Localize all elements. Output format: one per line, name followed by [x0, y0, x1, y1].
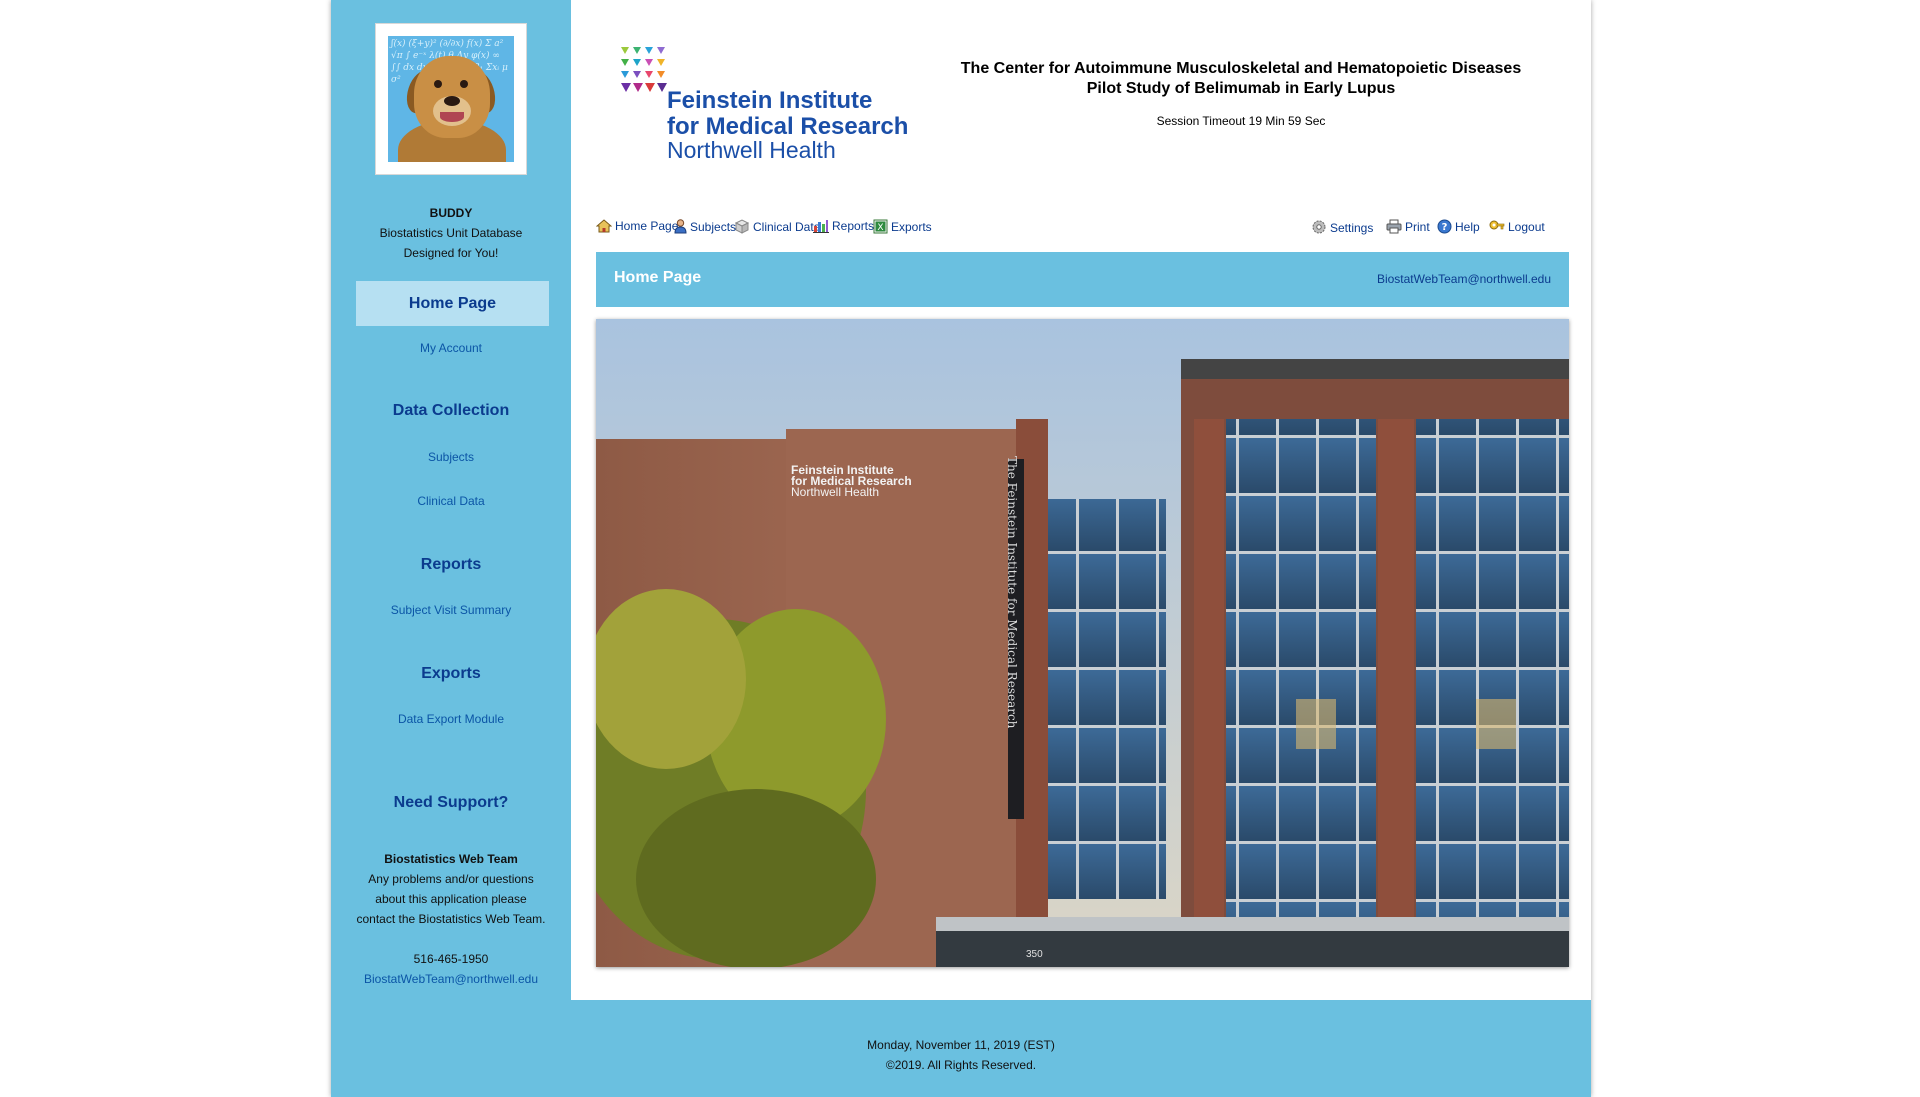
help-icon: ?: [1437, 219, 1452, 234]
footer: Monday, November 11, 2019 (EST) ©2019. A…: [331, 1035, 1591, 1075]
toolbar-label: Help: [1455, 220, 1480, 234]
print-icon: [1386, 219, 1402, 234]
toolbar-print[interactable]: Print: [1386, 219, 1430, 234]
support-text: Any problems and/or questions: [368, 872, 534, 886]
toolbar-label: Reports: [832, 219, 875, 233]
toolbar-label: Exports: [891, 220, 932, 234]
study-title-line: Pilot Study of Belimumab in Early Lupus: [1086, 80, 1396, 97]
building-sign-text: Northwell Health: [791, 485, 880, 499]
building-illustration: [596, 319, 1569, 967]
sidebar: ʃ(x) (ξ+y)² (∂/∂x) f(x) Σ a² √π ∫ e⁻ˣ λ(…: [331, 0, 571, 996]
toolbar-logout[interactable]: Logout: [1489, 219, 1545, 234]
support-text: contact the Biostatistics Web Team.: [356, 912, 546, 926]
street-number: 350: [1026, 949, 1043, 960]
toolbar-label: Settings: [1330, 221, 1374, 235]
toolbar-settings[interactable]: Settings: [1311, 219, 1373, 235]
nav-data-export-module[interactable]: Data Export Module: [331, 712, 571, 726]
logo-text: Northwell Health: [667, 137, 836, 163]
toolbar-label: Logout: [1508, 220, 1545, 234]
avatar: ʃ(x) (ξ+y)² (∂/∂x) f(x) Σ a² √π ∫ e⁻ˣ λ(…: [375, 23, 527, 175]
study-title-line: The Center for Autoimmune Musculoskeleta…: [960, 60, 1522, 77]
banner-title: Home Page: [614, 269, 702, 286]
support-phone: 516-465-1950: [413, 952, 489, 966]
nav-heading-exports: Exports: [421, 665, 481, 682]
page-frame: ʃ(x) (ξ+y)² (∂/∂x) f(x) Σ a² √π ∫ e⁻ˣ λ(…: [331, 0, 1591, 1097]
toolbar-label: Clinical Data: [753, 220, 821, 234]
vertical-building-sign: The Feinstein Institute for Medical Rese…: [1005, 456, 1019, 729]
support-heading: Need Support?: [393, 794, 509, 811]
tagline: Biostatistics Unit Database: [379, 226, 523, 240]
svg-text:?: ?: [1442, 222, 1448, 233]
nav-clinical-data[interactable]: Clinical Data: [331, 494, 571, 508]
nav-heading-reports: Reports: [420, 556, 482, 573]
nav-home-page[interactable]: Home Page: [356, 281, 549, 326]
toolbar-subjects[interactable]: Subjects: [674, 219, 736, 234]
dog-mouth: [440, 112, 464, 122]
logo-mark-icon: [621, 47, 667, 92]
support-text: about this application please: [375, 892, 527, 906]
footer-copyright: ©2019. All Rights Reserved.: [885, 1058, 1037, 1072]
toolbar-label: Home Page: [615, 219, 679, 233]
banner-email-link[interactable]: BiostatWebTeam@northwell.edu: [1377, 272, 1551, 286]
support-info: Biostatistics Web Team Any problems and/…: [331, 849, 571, 989]
nav-heading-data-collection: Data Collection: [392, 402, 510, 419]
dog-eye: [460, 80, 468, 88]
home-icon: [596, 219, 612, 233]
feinstein-logo[interactable]: Feinstein Institute for Medical Research…: [619, 45, 929, 165]
dog-eye: [434, 80, 442, 88]
clinical-data-icon: [734, 219, 750, 234]
toolbar-help[interactable]: ? Help: [1437, 219, 1480, 234]
dog-nose: [444, 96, 460, 106]
toolbar-home-page[interactable]: Home Page: [596, 219, 678, 233]
subjects-icon: [674, 219, 687, 234]
user-info: BUDDY Biostatistics Unit Database Design…: [331, 203, 571, 263]
svg-text:X: X: [877, 223, 883, 233]
page-banner: Home Page BiostatWebTeam@northwell.edu: [596, 252, 1569, 307]
footer-date: Monday, November 11, 2019 (EST): [867, 1038, 1055, 1052]
session-timeout: Session Timeout 19 Min 59 Sec: [1156, 114, 1326, 128]
nav-subject-visit-summary[interactable]: Subject Visit Summary: [331, 603, 571, 617]
logout-icon: [1489, 220, 1505, 230]
toolbar-clinical-data[interactable]: Clinical Data: [734, 219, 820, 234]
main-content: Feinstein Institute for Medical Research…: [571, 0, 1591, 1000]
exports-icon: X: [873, 219, 888, 234]
support-email-link[interactable]: BiostatWebTeam@northwell.edu: [331, 969, 571, 989]
nav-my-account[interactable]: My Account: [331, 341, 571, 355]
toolbar-exports[interactable]: X Exports: [873, 219, 932, 234]
toolbar-label: Print: [1405, 220, 1430, 234]
support-team: Biostatistics Web Team: [384, 852, 518, 866]
nav-subjects[interactable]: Subjects: [331, 450, 571, 464]
hero-building-photo: Feinstein Institute for Medical Research…: [596, 319, 1569, 967]
avatar-image: ʃ(x) (ξ+y)² (∂/∂x) f(x) Σ a² √π ∫ e⁻ˣ λ(…: [388, 36, 514, 162]
study-title: The Center for Autoimmune Musculoskeleta…: [951, 59, 1531, 99]
tagline: Designed for You!: [403, 246, 499, 260]
toolbar-reports[interactable]: Reports: [813, 219, 874, 233]
toolbar-label: Subjects: [690, 220, 737, 234]
logo-text: Feinstein Institute: [667, 87, 873, 114]
settings-icon: [1312, 220, 1326, 234]
building-sign: Feinstein Institute for Medical Research…: [791, 464, 912, 499]
reports-icon: [813, 220, 829, 233]
user-name: BUDDY: [429, 206, 473, 220]
